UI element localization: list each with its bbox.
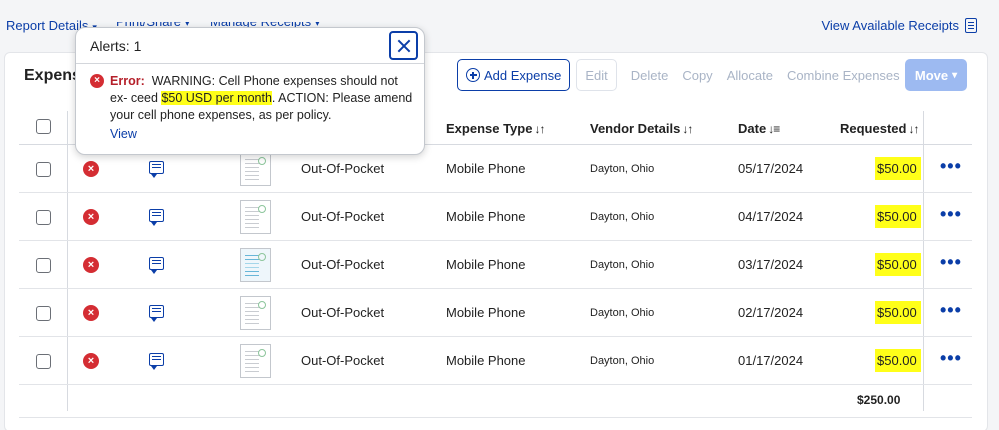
date-cell: 04/17/2024 bbox=[738, 209, 804, 224]
alert-message: Error: WARNING: Cell Phone expenses shou… bbox=[110, 73, 415, 124]
close-icon bbox=[397, 39, 411, 53]
table-row[interactable]: × Out-Of-Pocket Mobile Phone Dayton, Ohi… bbox=[19, 289, 972, 337]
expense-type-cell: Mobile Phone bbox=[446, 305, 526, 320]
receipt-thumbnail[interactable] bbox=[240, 152, 271, 186]
expense-type-header-label: Expense Type bbox=[446, 121, 533, 136]
date-header-label: Date bbox=[738, 121, 767, 136]
expense-type-cell: Mobile Phone bbox=[446, 353, 526, 368]
error-icon[interactable]: × bbox=[83, 161, 99, 177]
more-options-icon[interactable]: ••• bbox=[940, 253, 962, 271]
sort-icon: ↓↑ bbox=[534, 122, 545, 136]
receipt-icon bbox=[965, 18, 977, 33]
amount-cell: $50.00 bbox=[875, 301, 921, 324]
amount-cell: $50.00 bbox=[875, 157, 921, 180]
error-icon[interactable]: × bbox=[83, 305, 99, 321]
error-icon: × bbox=[90, 74, 104, 88]
amount-cell: $50.00 bbox=[875, 253, 921, 276]
close-button[interactable] bbox=[389, 31, 418, 60]
copy-button[interactable]: Copy bbox=[682, 68, 712, 83]
date-cell: 05/17/2024 bbox=[738, 161, 804, 176]
plus-circle-icon bbox=[466, 68, 480, 82]
expense-toolbar: Add Expense Edit Delete Copy Allocate Co… bbox=[457, 59, 900, 91]
date-cell: 01/17/2024 bbox=[738, 353, 804, 368]
select-all-checkbox[interactable] bbox=[36, 119, 51, 134]
alerts-title: Alerts: 1 bbox=[90, 38, 142, 54]
expense-type-cell: Mobile Phone bbox=[446, 161, 526, 176]
vendor-cell: Dayton, Ohio bbox=[590, 307, 655, 319]
more-options-icon[interactable]: ••• bbox=[940, 205, 962, 223]
date-cell: 02/17/2024 bbox=[738, 305, 804, 320]
row-checkbox[interactable] bbox=[36, 306, 51, 321]
payment-type-cell: Out-Of-Pocket bbox=[301, 161, 385, 176]
row-checkbox[interactable] bbox=[36, 258, 51, 273]
edit-button[interactable]: Edit bbox=[576, 59, 617, 91]
alerts-header: Alerts: 1 bbox=[76, 28, 424, 64]
combine-expenses-button[interactable]: Combine Expenses bbox=[787, 68, 900, 83]
more-options-icon[interactable]: ••• bbox=[940, 157, 962, 175]
table-row[interactable]: × Out-Of-Pocket Mobile Phone Dayton, Ohi… bbox=[19, 193, 972, 241]
comment-icon[interactable] bbox=[149, 353, 164, 370]
vendor-details-header-label: Vendor Details bbox=[590, 121, 681, 136]
alert-message-highlight: $50 USD per month bbox=[161, 91, 272, 105]
expense-type-header[interactable]: Expense Type ↓↑ bbox=[446, 121, 545, 136]
requested-header[interactable]: Requested ↓↑ bbox=[840, 121, 919, 136]
error-icon[interactable]: × bbox=[83, 353, 99, 369]
error-icon[interactable]: × bbox=[83, 209, 99, 225]
delete-button[interactable]: Delete bbox=[631, 68, 669, 83]
view-available-receipts-link[interactable]: View Available Receipts bbox=[821, 18, 977, 33]
more-options-icon[interactable]: ••• bbox=[940, 301, 962, 319]
payment-type-cell: Out-Of-Pocket bbox=[301, 305, 385, 320]
payment-type-cell: Out-Of-Pocket bbox=[301, 209, 385, 224]
vendor-cell: Dayton, Ohio bbox=[590, 355, 655, 367]
table-row[interactable]: × Out-Of-Pocket Mobile Phone Dayton, Ohi… bbox=[19, 337, 972, 385]
comment-icon[interactable] bbox=[149, 257, 164, 274]
total-amount: $250.00 bbox=[857, 393, 901, 407]
vendor-cell: Dayton, Ohio bbox=[590, 259, 655, 271]
add-expense-button[interactable]: Add Expense bbox=[457, 59, 571, 91]
amount-cell: $50.00 bbox=[875, 349, 921, 372]
move-label: Move bbox=[914, 67, 949, 83]
payment-type-cell: Out-Of-Pocket bbox=[301, 353, 385, 368]
expense-type-cell: Mobile Phone bbox=[446, 209, 526, 224]
row-checkbox[interactable] bbox=[36, 162, 51, 177]
table-row[interactable]: × Out-Of-Pocket Mobile Phone Dayton, Ohi… bbox=[19, 241, 972, 289]
receipt-thumbnail[interactable] bbox=[240, 296, 271, 330]
row-checkbox[interactable] bbox=[36, 354, 51, 369]
chevron-down-icon: ▾ bbox=[952, 69, 958, 81]
sort-icon: ↓↑ bbox=[908, 122, 919, 136]
expense-type-cell: Mobile Phone bbox=[446, 257, 526, 272]
view-receipts-label: View Available Receipts bbox=[821, 18, 959, 33]
row-checkbox[interactable] bbox=[36, 210, 51, 225]
comment-icon[interactable] bbox=[149, 161, 164, 178]
receipt-thumbnail[interactable] bbox=[240, 344, 271, 378]
date-cell: 03/17/2024 bbox=[738, 257, 804, 272]
vendor-details-header[interactable]: Vendor Details ↓↑ bbox=[590, 121, 693, 136]
error-icon[interactable]: × bbox=[83, 257, 99, 273]
vendor-cell: Dayton, Ohio bbox=[590, 211, 655, 223]
comment-icon[interactable] bbox=[149, 209, 164, 226]
divider bbox=[19, 417, 972, 418]
sort-icon: ↓↑ bbox=[682, 122, 693, 136]
more-options-icon[interactable]: ••• bbox=[940, 349, 962, 367]
payment-type-cell: Out-Of-Pocket bbox=[301, 257, 385, 272]
amount-cell: $50.00 bbox=[875, 205, 921, 228]
receipt-thumbnail[interactable] bbox=[240, 200, 271, 234]
view-link[interactable]: View bbox=[110, 127, 137, 141]
add-expense-label: Add Expense bbox=[484, 67, 562, 83]
vendor-cell: Dayton, Ohio bbox=[590, 163, 655, 175]
date-header[interactable]: Date ↓≡ bbox=[738, 121, 780, 136]
requested-header-label: Requested bbox=[840, 121, 907, 136]
allocate-button[interactable]: Allocate bbox=[727, 68, 773, 83]
receipt-thumbnail[interactable] bbox=[240, 248, 271, 282]
sort-descending-icon: ↓≡ bbox=[768, 122, 780, 136]
comment-icon[interactable] bbox=[149, 305, 164, 322]
error-label: Error: bbox=[110, 74, 145, 88]
alerts-popover: Alerts: 1 × Error: WARNING: Cell Phone e… bbox=[75, 27, 425, 155]
move-button[interactable]: Move ▾ bbox=[905, 59, 967, 91]
